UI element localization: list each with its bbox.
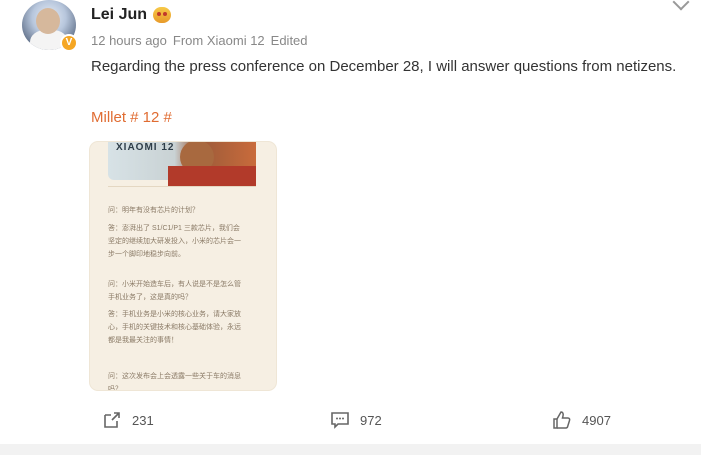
like-button[interactable]: 4907 xyxy=(552,410,611,430)
edited-label[interactable]: Edited xyxy=(271,33,308,48)
author-name[interactable]: Lei Jun xyxy=(91,6,147,24)
comment-button[interactable]: 972 xyxy=(330,410,382,430)
author-row: Lei Jun xyxy=(91,6,172,24)
comment-count: 972 xyxy=(360,412,382,428)
image-banner: XIAOMI 12 xyxy=(108,142,256,186)
repost-icon xyxy=(104,412,120,428)
divider xyxy=(108,186,256,187)
person-shirt xyxy=(168,166,256,186)
footer-divider xyxy=(0,444,701,455)
qa-answer: 答：手机业务是小米的核心业务，请大家放 心，手机的关键技术和核心基础体验，永远 … xyxy=(108,311,241,344)
post-text: Regarding the press conference on Decemb… xyxy=(91,58,677,75)
vip-badge-icon xyxy=(153,7,172,23)
qa-question: 问：小米开始造车后，有人说是不是怎么管 手机业务了，这是真的吗？ xyxy=(108,281,241,301)
post-time[interactable]: 12 hours ago xyxy=(91,33,167,48)
qa-question: 问：明年有没有芯片的计划？ xyxy=(108,207,199,214)
comment-icon xyxy=(331,412,349,429)
repost-count: 231 xyxy=(132,412,154,428)
action-bar: 231 972 4907 xyxy=(0,400,701,444)
repost-button[interactable]: 231 xyxy=(102,410,154,430)
weibo-post: V Lei Jun 12 hours ago From Xiaomi 12 Ed… xyxy=(0,0,701,455)
qa-question: 问：这次发布会上会透露一些关于车的消息 吗？ xyxy=(108,373,241,390)
post-image[interactable]: XIAOMI 12 问：明年有没有芯片的计划？ 答：澎湃出了 S1/C1/P1 … xyxy=(90,142,276,390)
avatar[interactable]: V xyxy=(22,0,78,52)
like-count: 4907 xyxy=(582,412,611,428)
topic-link[interactable]: Millet # 12 # xyxy=(91,109,172,126)
qa-answer: 答：澎湃出了 S1/C1/P1 三款芯片，我们会 坚定的继续加大研发投入，小米的… xyxy=(108,225,241,258)
image-brand: XIAOMI 12 xyxy=(116,142,175,153)
thumbs-up-icon xyxy=(553,411,571,429)
post-source: From Xiaomi 12 xyxy=(172,33,265,48)
post-meta: 12 hours ago From Xiaomi 12 Edited xyxy=(91,33,308,48)
verified-badge-icon: V xyxy=(60,34,78,52)
more-options-icon[interactable] xyxy=(672,0,690,11)
